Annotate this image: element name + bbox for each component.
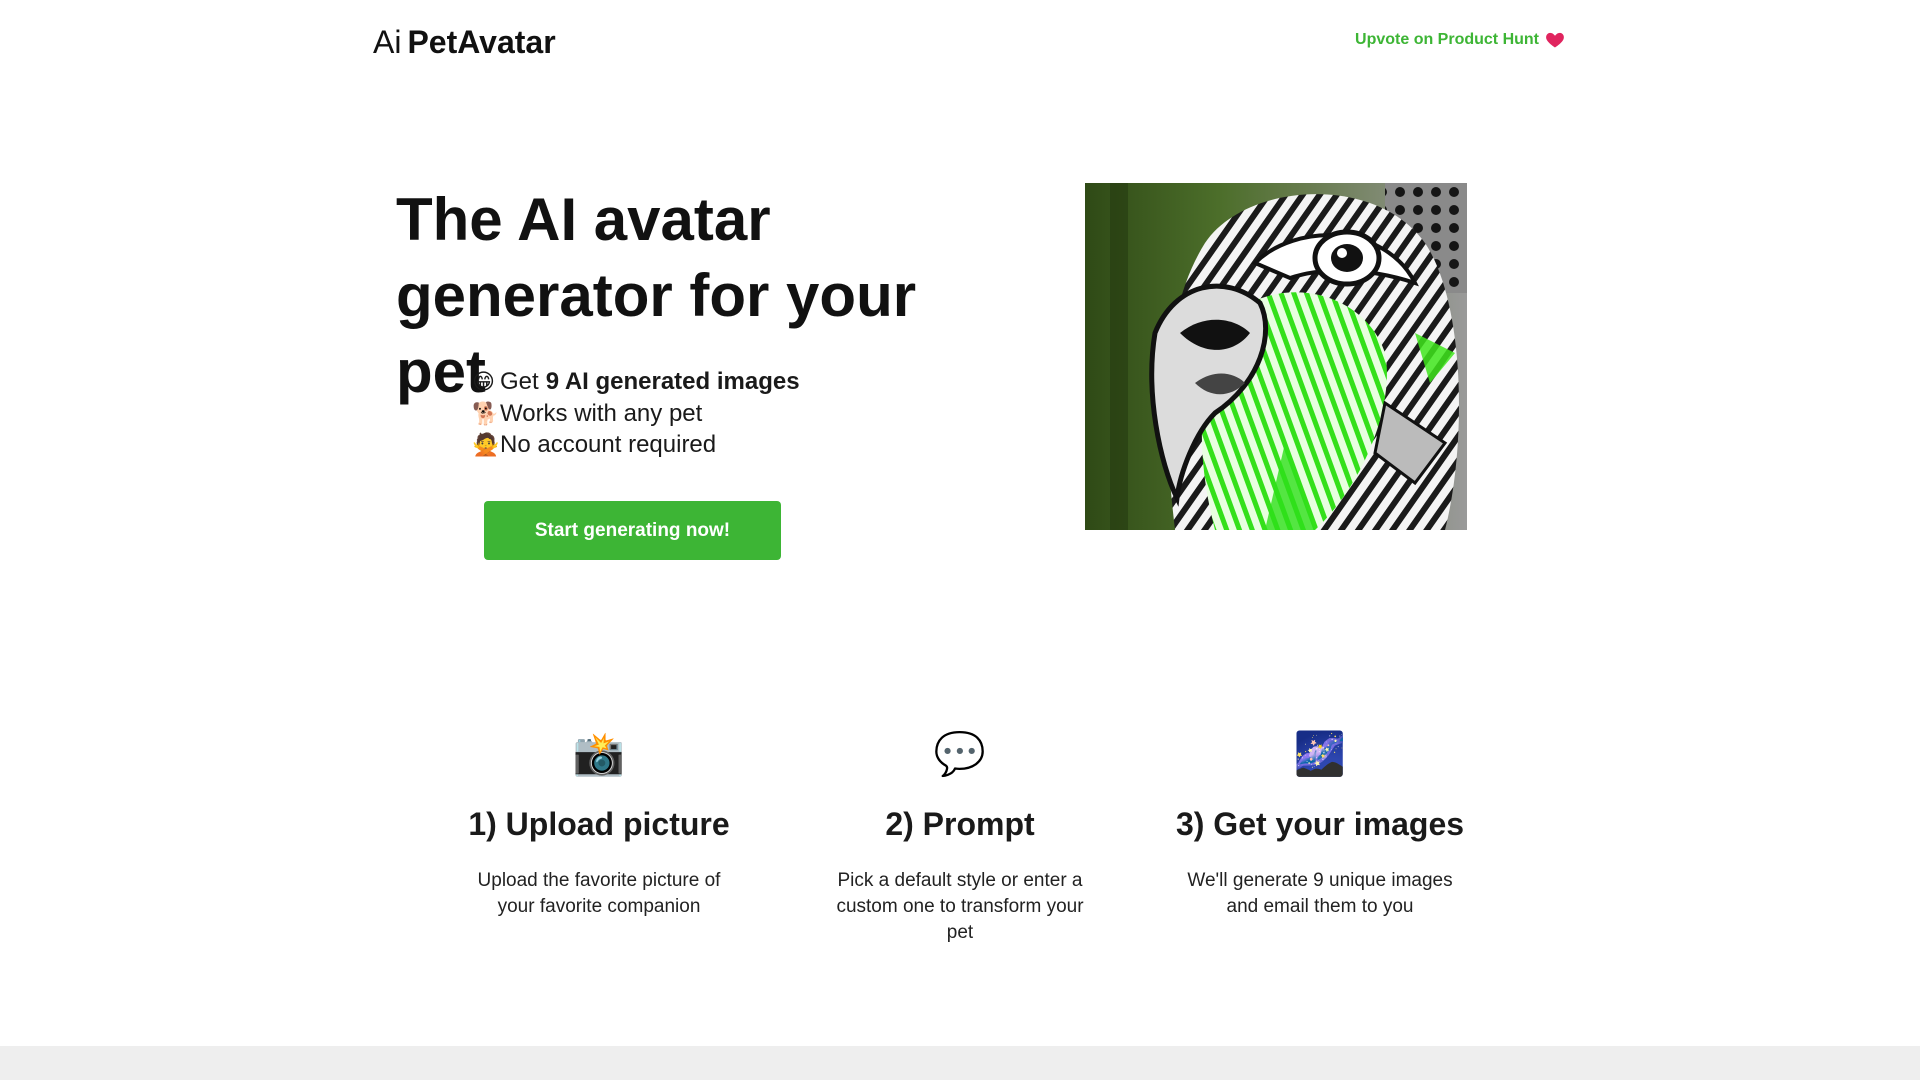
feature-list: 😁 Get 9 AI generated images 🐕 Works with… xyxy=(472,366,800,461)
feature-item: 😁 Get 9 AI generated images xyxy=(472,366,800,398)
upvote-label: Upvote on Product Hunt xyxy=(1355,31,1539,48)
step-title: 2) Prompt xyxy=(885,806,1035,842)
footer-band xyxy=(0,1046,1920,1080)
dog-icon: 🐕 xyxy=(472,400,500,426)
step-get-images: 🌌 3) Get your images We'll generate 9 un… xyxy=(1170,728,1470,920)
step-description: Upload the favorite picture of your favo… xyxy=(477,870,721,917)
step-description: We'll generate 9 unique images and email… xyxy=(1187,870,1453,917)
step-prompt: 💬 2) Prompt Pick a default style or ente… xyxy=(810,728,1110,946)
camera-flash-icon: 📸 xyxy=(572,730,626,777)
feature-item: 🐕 Works with any pet xyxy=(472,398,800,430)
start-generating-button[interactable]: Start generating now! xyxy=(484,501,781,560)
person-gesturing-no-icon: 🙅 xyxy=(472,432,500,457)
feature-text: Works with any pet xyxy=(500,399,703,427)
heart-icon xyxy=(1545,30,1565,50)
framed-picture-icon: 🌌 xyxy=(1293,730,1347,777)
step-title: 1) Upload picture xyxy=(468,806,730,842)
product-hunt-upvote-link[interactable]: Upvote on Product Hunt xyxy=(1355,30,1565,50)
step-description: Pick a default style or enter a custom o… xyxy=(836,870,1084,943)
steps-section: 📸 1) Upload picture Upload the favorite … xyxy=(0,728,1920,968)
logo-name: PetAvatar xyxy=(407,24,556,60)
hero-parrot-image xyxy=(1085,183,1467,530)
site-header: Ai PetAvatar Upvote on Product Hunt xyxy=(0,0,1920,84)
step-title: 3) Get your images xyxy=(1175,806,1465,842)
step-upload: 📸 1) Upload picture Upload the favorite … xyxy=(449,728,749,920)
feature-text: No account required xyxy=(500,431,717,458)
grinning-face-icon: 😁 xyxy=(472,369,495,394)
feature-highlight: 9 AI generated images xyxy=(545,368,800,395)
logo[interactable]: Ai PetAvatar xyxy=(373,22,556,62)
feature-item: 🙅 No account required xyxy=(472,429,800,461)
feature-text: Get xyxy=(500,368,539,395)
speech-bubble-icon: 💬 xyxy=(933,730,987,777)
logo-prefix: Ai xyxy=(373,24,402,60)
